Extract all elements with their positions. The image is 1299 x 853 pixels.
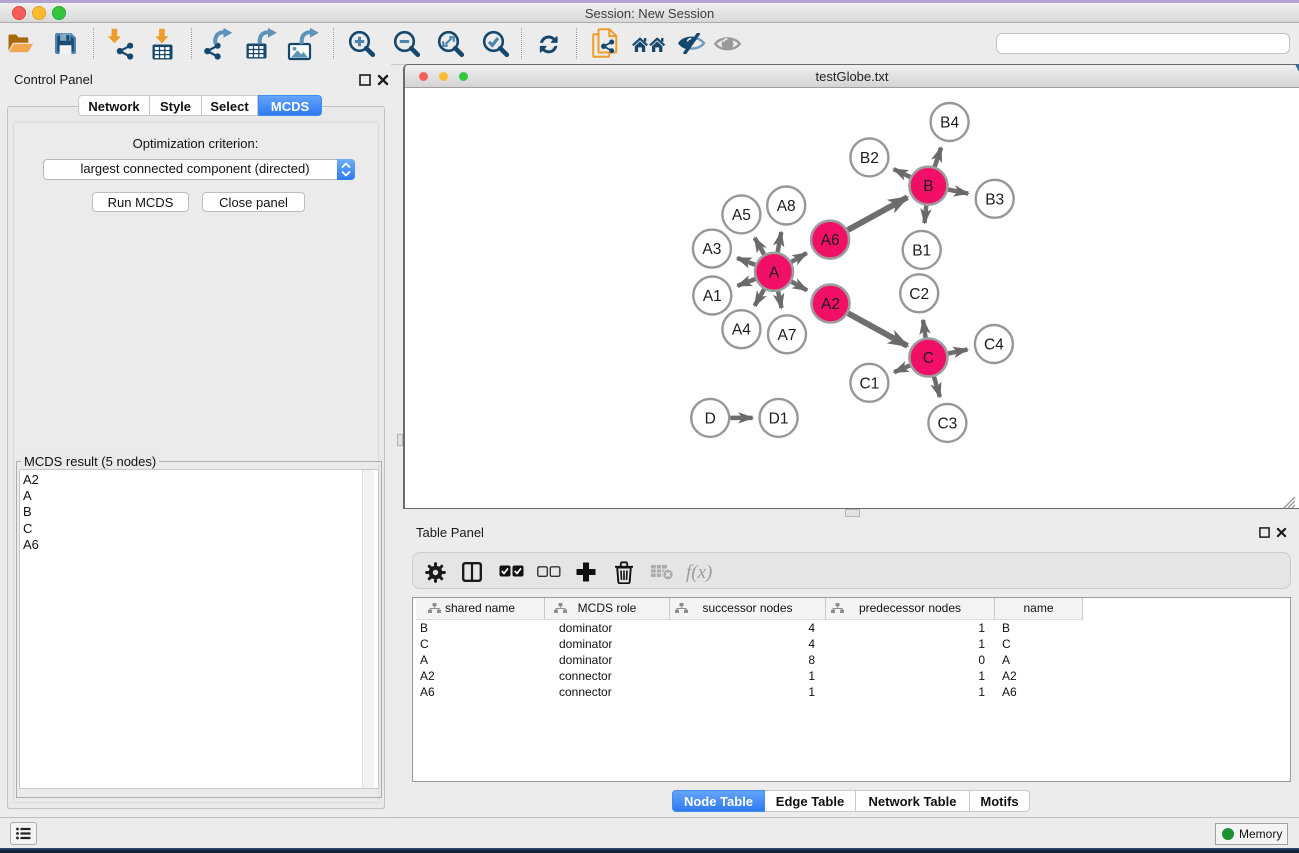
svg-text:B2: B2 bbox=[860, 150, 879, 167]
svg-text:A8: A8 bbox=[777, 198, 796, 215]
svg-text:B4: B4 bbox=[940, 115, 959, 132]
svg-text:C1: C1 bbox=[859, 375, 879, 392]
svg-text:C4: C4 bbox=[984, 337, 1004, 354]
svg-text:A: A bbox=[769, 264, 780, 281]
svg-text:D: D bbox=[705, 410, 716, 427]
svg-text:B1: B1 bbox=[912, 242, 931, 259]
svg-text:A6: A6 bbox=[821, 232, 840, 249]
svg-text:A7: A7 bbox=[778, 327, 797, 344]
svg-text:A5: A5 bbox=[732, 207, 751, 224]
svg-text:C3: C3 bbox=[937, 415, 957, 432]
svg-text:A4: A4 bbox=[732, 322, 751, 339]
svg-text:A3: A3 bbox=[702, 241, 721, 258]
svg-text:A2: A2 bbox=[821, 296, 840, 313]
svg-text:C2: C2 bbox=[909, 286, 929, 303]
svg-text:B3: B3 bbox=[985, 191, 1004, 208]
svg-text:D1: D1 bbox=[769, 410, 789, 427]
svg-text:B: B bbox=[923, 178, 933, 195]
svg-text:A1: A1 bbox=[703, 288, 722, 305]
svg-text:C: C bbox=[923, 350, 934, 367]
